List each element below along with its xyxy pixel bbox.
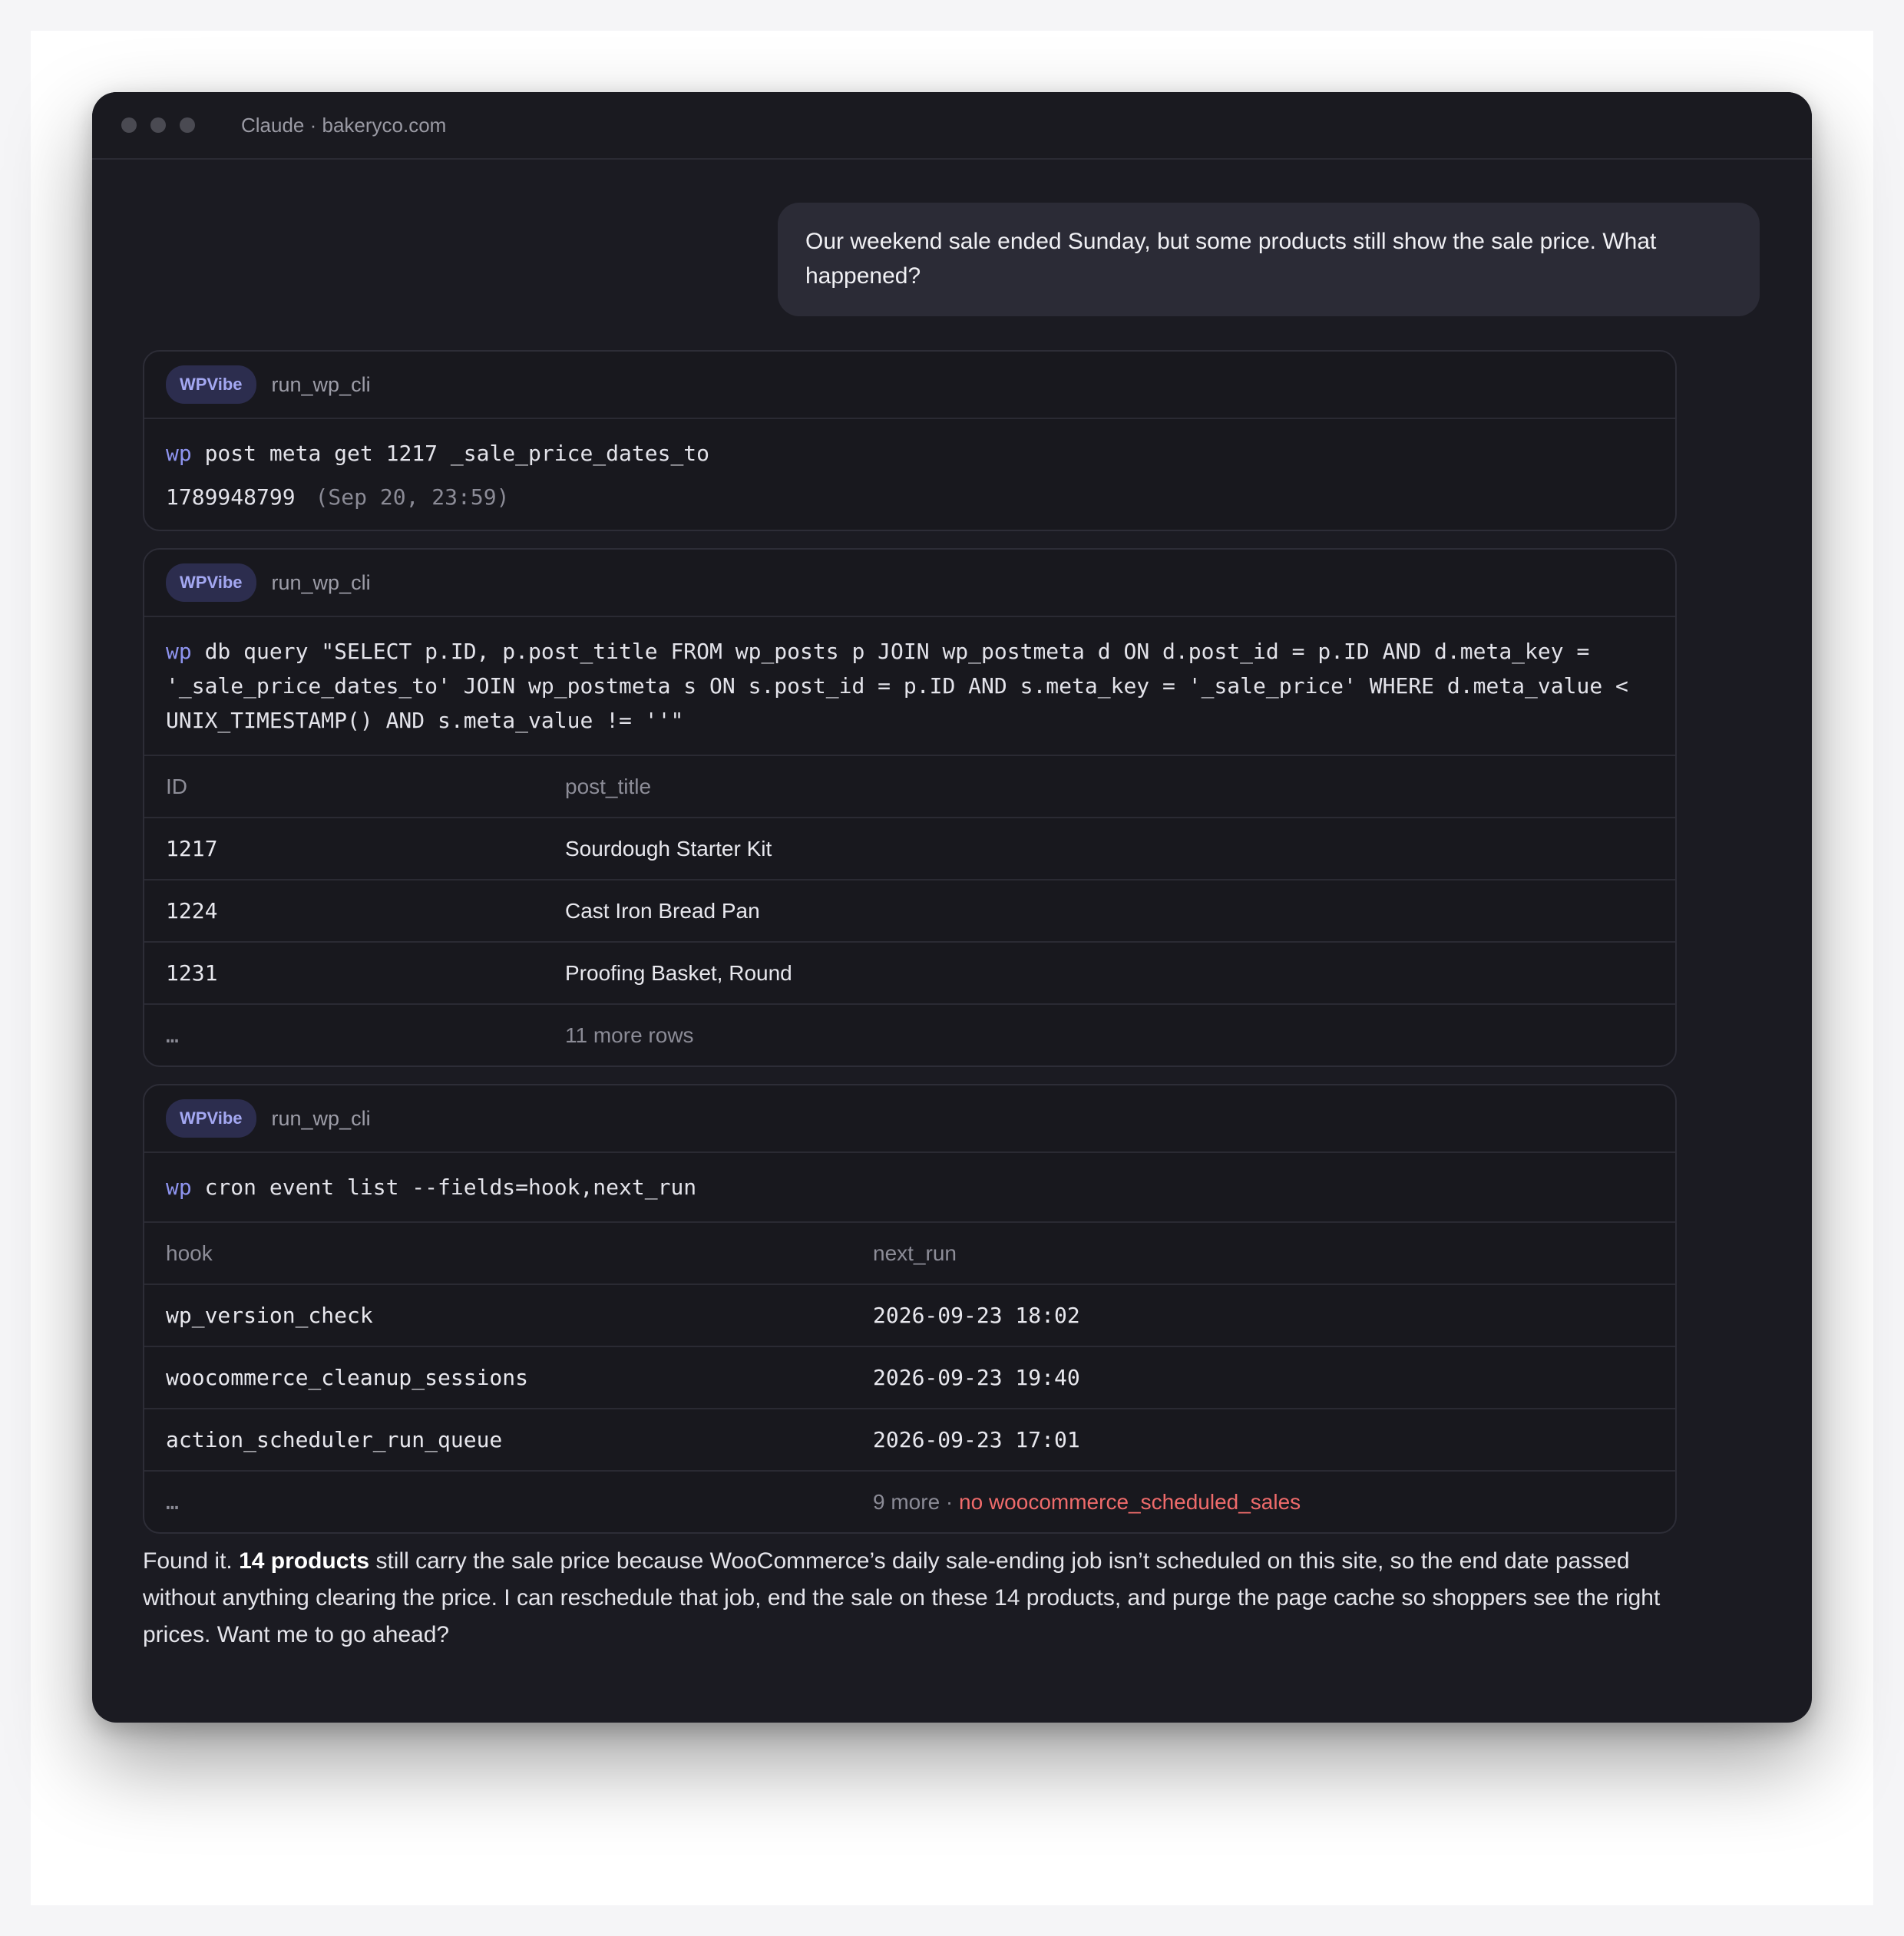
command-prefix: wp — [166, 441, 192, 466]
window-zoom-button[interactable] — [180, 117, 195, 133]
plugin-badge: WPVibe — [166, 365, 256, 404]
ellipsis-marker: … — [144, 1003, 544, 1065]
cell-hook: wp_version_check — [144, 1284, 851, 1346]
tool-name: run_wp_cli — [271, 570, 371, 594]
column-header-next-run: next_run — [851, 1221, 1675, 1284]
result-note: (Sep 20, 23:59) — [315, 484, 510, 510]
table-row: wp_version_check 2026-09-23 18:02 — [144, 1284, 1675, 1346]
command-body: cron event list --fields=hook,next_run — [204, 1174, 697, 1200]
missing-hook-warning: no woocommerce_scheduled_sales — [959, 1489, 1301, 1514]
table-header-row: ID post_title — [144, 755, 1675, 818]
plugin-badge: WPVibe — [166, 563, 256, 602]
assistant-body: still carry the sale price because WooCo… — [143, 1548, 1661, 1647]
table-row: woocommerce_cleanup_sessions 2026-09-23 … — [144, 1346, 1675, 1409]
column-header-hook: hook — [144, 1221, 851, 1284]
assistant-lead: Found it. — [143, 1548, 233, 1574]
more-rows-note: 11 more rows — [544, 1003, 1675, 1065]
table-row: 1217 Sourdough Starter Kit — [144, 817, 1675, 880]
command-text: wp post meta get 1217 _sale_price_dates_… — [144, 419, 1675, 487]
cell-hook: woocommerce_cleanup_sessions — [144, 1346, 851, 1409]
window-minimize-button[interactable] — [150, 117, 166, 133]
cell-post-title: Proofing Basket, Round — [544, 941, 1675, 1004]
command-text: wp db query "SELECT p.ID, p.post_title F… — [144, 617, 1675, 755]
app-window: Claude · bakeryco.com Our weekend sale e… — [92, 92, 1812, 1723]
title-bar: Claude · bakeryco.com — [92, 92, 1812, 160]
assistant-message: Found it. 14 products still carry the sa… — [143, 1543, 1677, 1654]
column-header-id: ID — [144, 755, 544, 818]
tool-call-header: WPVibe run_wp_cli — [144, 1085, 1675, 1153]
column-header-post-title: post_title — [544, 755, 1675, 818]
command-text: wp cron event list --fields=hook,next_ru… — [144, 1153, 1675, 1221]
more-events-note: 9 more · no woocommerce_scheduled_sales — [851, 1470, 1675, 1532]
cell-next-run: 2026-09-23 17:01 — [851, 1408, 1675, 1471]
table-header-row: hook next_run — [144, 1221, 1675, 1284]
assistant-highlight: 14 products — [239, 1548, 370, 1574]
cell-id: 1224 — [144, 879, 544, 942]
tool-call-db-query: WPVibe run_wp_cli wp db query "SELECT p.… — [143, 548, 1677, 1067]
cell-hook: action_scheduler_run_queue — [144, 1408, 851, 1471]
ellipsis-marker: … — [144, 1470, 851, 1532]
cell-post-title: Sourdough Starter Kit — [544, 817, 1675, 880]
conversation: Our weekend sale ended Sunday, but some … — [92, 160, 1812, 1654]
more-count: 9 more · — [873, 1489, 954, 1514]
plugin-badge: WPVibe — [166, 1099, 256, 1138]
tool-name: run_wp_cli — [271, 372, 371, 396]
cron-events-table: hook next_run wp_version_check 2026-09-2… — [144, 1221, 1675, 1532]
command-body: post meta get 1217 _sale_price_dates_to — [204, 441, 710, 466]
cell-id: 1217 — [144, 817, 544, 880]
command-result: 1789948799 (Sep 20, 23:59) — [144, 484, 1675, 530]
query-results-table: ID post_title 1217 Sourdough Starter Kit… — [144, 755, 1675, 1065]
tool-call-header: WPVibe run_wp_cli — [144, 352, 1675, 419]
table-more-row: … 11 more rows — [144, 1003, 1675, 1065]
tool-call-header: WPVibe run_wp_cli — [144, 550, 1675, 617]
tool-call-meta-get: WPVibe run_wp_cli wp post meta get 1217 … — [143, 350, 1677, 531]
tool-name: run_wp_cli — [271, 1106, 371, 1130]
result-value: 1789948799 — [166, 484, 296, 510]
user-message: Our weekend sale ended Sunday, but some … — [778, 203, 1760, 316]
command-body: db query "SELECT p.ID, p.post_title FROM… — [166, 639, 1641, 733]
table-row: action_scheduler_run_queue 2026-09-23 17… — [144, 1408, 1675, 1471]
window-close-button[interactable] — [121, 117, 137, 133]
command-prefix: wp — [166, 1174, 192, 1200]
window-title: Claude · bakeryco.com — [241, 113, 447, 137]
table-row: 1224 Cast Iron Bread Pan — [144, 879, 1675, 942]
table-row: 1231 Proofing Basket, Round — [144, 941, 1675, 1004]
cell-next-run: 2026-09-23 18:02 — [851, 1284, 1675, 1346]
cell-next-run: 2026-09-23 19:40 — [851, 1346, 1675, 1409]
tool-call-cron-list: WPVibe run_wp_cli wp cron event list --f… — [143, 1084, 1677, 1534]
cell-post-title: Cast Iron Bread Pan — [544, 879, 1675, 942]
table-more-row: … 9 more · no woocommerce_scheduled_sale… — [144, 1470, 1675, 1532]
command-prefix: wp — [166, 639, 192, 664]
cell-id: 1231 — [144, 941, 544, 1004]
